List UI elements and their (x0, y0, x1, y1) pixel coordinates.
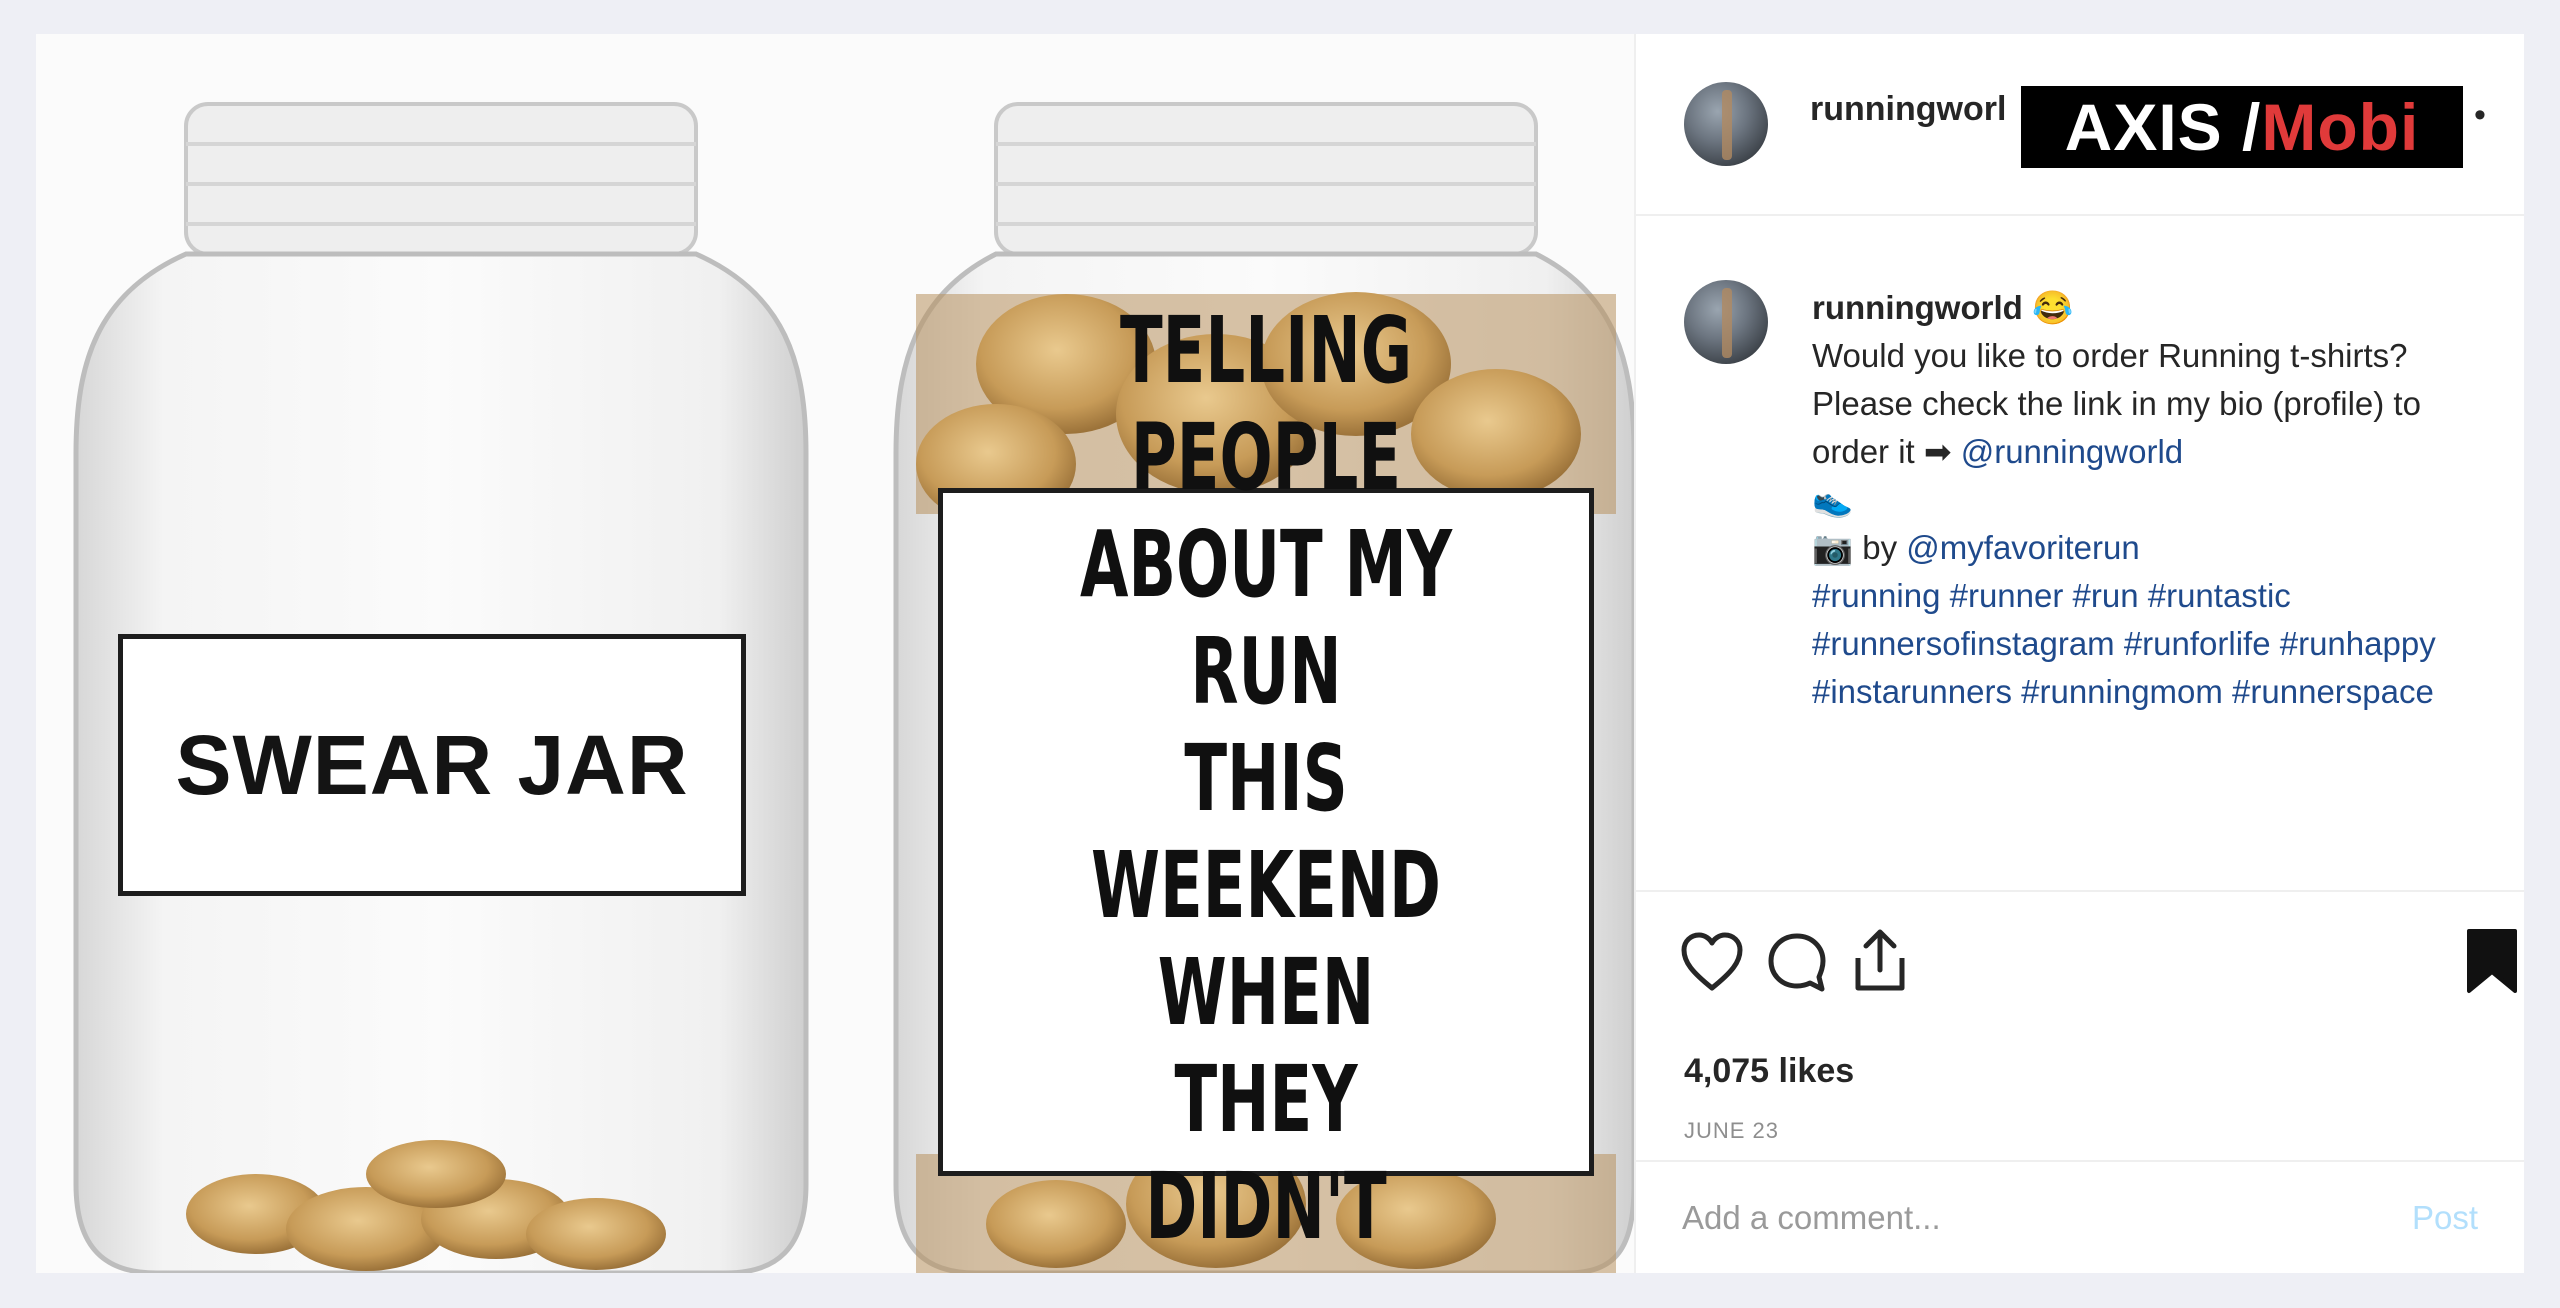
share-icon[interactable] (1850, 928, 1910, 994)
caption-username[interactable]: runningworld (1812, 289, 2023, 326)
runningworld-mention-link[interactable]: @runningworld (1961, 433, 2183, 470)
myfavoriterun-mention-link[interactable]: @myfavoriterun (1906, 529, 2139, 566)
comment-bar: Post (1636, 1160, 2524, 1273)
post-caption: runningworld 😂 Would you like to order R… (1812, 284, 2472, 716)
watermark-axis: AXIS / (2064, 90, 2262, 164)
bookmark-icon[interactable] (2466, 928, 2518, 994)
caption-avatar[interactable] (1684, 280, 1768, 364)
shoe-emoji-icon: 👟 (1812, 481, 1854, 518)
run-jar-text: TELLING PEOPLE ABOUT MY RUN THIS WEEKEND… (1079, 297, 1453, 1273)
heart-icon[interactable] (1680, 932, 1744, 992)
post-header: runningworl AXIS / Mobi • (1636, 34, 2524, 216)
more-options-icon[interactable]: • (2474, 96, 2486, 135)
instagram-post: SWEAR JAR TELLING PEOPLE ABOUT MY RUN TH… (36, 34, 2524, 1273)
header-username[interactable]: runningworl (1810, 90, 2006, 129)
caption-line-1: Would you like to order Running t-shirts… (1812, 337, 2408, 374)
run-jar-label: TELLING PEOPLE ABOUT MY RUN THIS WEEKEND… (938, 297, 1594, 1273)
credit-prefix: 📷 by (1812, 529, 1907, 566)
swear-jar-text: SWEAR JAR (175, 717, 689, 812)
likes-count[interactable]: 4,075 likes (1684, 1052, 1854, 1091)
post-image[interactable]: SWEAR JAR TELLING PEOPLE ABOUT MY RUN TH… (36, 34, 1634, 1273)
avatar[interactable] (1684, 82, 1768, 166)
swear-jar-label: SWEAR JAR (118, 634, 746, 896)
post-side-panel: runningworl AXIS / Mobi • runningworld 😂… (1634, 34, 2524, 1273)
comment-icon[interactable] (1766, 932, 1828, 994)
laughing-emoji-icon: 😂 (2031, 289, 2074, 326)
post-comment-button[interactable]: Post (2406, 1198, 2484, 1238)
watermark-mobi: Mobi (2261, 90, 2420, 164)
post-actions: 4,075 likes JUNE 23 Post (1636, 890, 2524, 1272)
watermark-badge: AXIS / Mobi (2021, 86, 2463, 168)
post-date: JUNE 23 (1684, 1118, 1780, 1143)
comment-input[interactable] (1680, 1192, 2304, 1244)
hashtags[interactable]: #running #runner #run #runtastic #runner… (1812, 572, 2472, 716)
